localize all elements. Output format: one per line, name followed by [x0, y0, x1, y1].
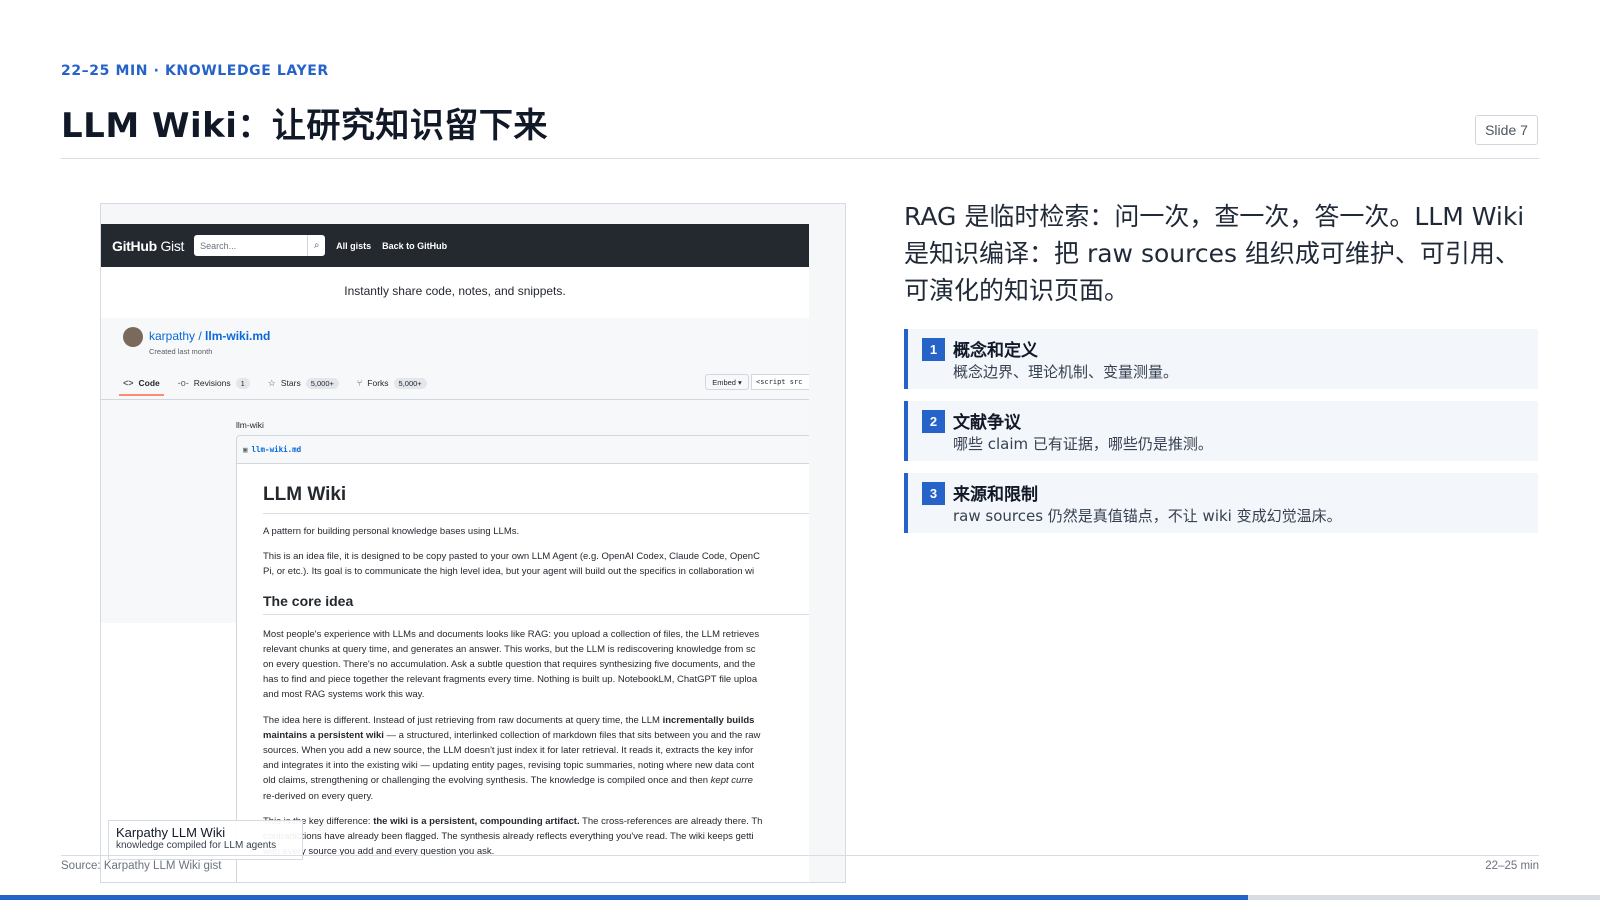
logo-light-text: Gist: [156, 237, 185, 254]
md-line: has to find and piece together the relev…: [263, 674, 758, 686]
point-title: 来源和限制: [953, 485, 1038, 505]
tab-forks[interactable]: ⑂ Forks 5,000+: [356, 377, 427, 389]
md-paragraph: This is an idea file, it is designed to …: [263, 549, 809, 579]
gist-name[interactable]: llm-wiki.md: [205, 329, 270, 343]
point-card: 3 来源和限制 raw sources 仍然是真值锚点，不让 wiki 变成幻觉…: [904, 473, 1538, 533]
point-body: 哪些 claim 已有证据，哪些仍是推测。: [953, 435, 1213, 453]
nav-all-gists[interactable]: All gists: [336, 241, 371, 251]
md-heading-2: The core idea: [263, 592, 809, 615]
github-gist-logo[interactable]: GitHub Gist: [112, 238, 184, 254]
search-icon[interactable]: ⌕: [307, 235, 325, 256]
github-topbar: GitHub Gist Search... ⌕ All gists Back t…: [101, 224, 809, 267]
md-line: on every question. There's no accumulati…: [263, 659, 756, 671]
header-divider: [61, 158, 1539, 159]
point-card: 2 文献争议 哪些 claim 已有证据，哪些仍是推测。: [904, 401, 1538, 461]
caption-title: Karpathy LLM Wiki: [116, 825, 226, 840]
md-italic: kept curre: [710, 775, 753, 787]
gist-file: ▣ llm-wiki.md LLM Wiki A pattern for bui…: [236, 435, 809, 882]
section-eyebrow: 22–25 MIN · KNOWLEDGE LAYER: [61, 63, 329, 79]
embed-dropdown[interactable]: Embed ▾: [705, 374, 749, 390]
md-line: The cross-references are already there. …: [579, 815, 763, 827]
point-number: 2: [922, 410, 945, 433]
gist-title-separator: /: [195, 329, 206, 343]
point-title: 概念和定义: [953, 341, 1038, 361]
tabs-divider: [101, 399, 809, 400]
slide-progress-fill: [0, 895, 1248, 900]
gist-title-link[interactable]: karpathy / llm-wiki.md: [149, 329, 270, 343]
md-paragraph: Most people's experience with LLMs and d…: [263, 627, 809, 703]
slide-progress-bar: [0, 895, 1600, 900]
embed-script-field[interactable]: <script src: [751, 374, 809, 390]
footer-divider: [61, 855, 1539, 856]
lead-paragraph: RAG 是临时检索：问一次，查一次，答一次。LLM Wiki 是知识编译：把 r…: [904, 202, 1525, 305]
md-line: Pi, or etc.). Its goal is to communicate…: [263, 566, 755, 578]
markdown-body: LLM Wiki A pattern for building personal…: [263, 483, 809, 869]
point-body: 概念边界、理论机制、变量测量。: [953, 363, 1179, 381]
file-name-link[interactable]: llm-wiki.md: [252, 445, 302, 454]
point-body: raw sources 仍然是真值锚点，不让 wiki 变成幻觉温床。: [953, 507, 1342, 525]
gist-search-input[interactable]: Search... ⌕: [194, 235, 326, 256]
slide-number-badge: Slide 7: [1475, 115, 1538, 145]
tab-forks-label: Forks: [367, 378, 389, 388]
md-paragraph: This is the key difference: the wiki is …: [263, 814, 809, 860]
code-icon: <>: [123, 378, 134, 388]
screenshot-caption: Karpathy LLM Wiki knowledge compiled for…: [108, 820, 303, 860]
point-number: 3: [922, 482, 945, 505]
md-bold: incrementally builds: [662, 714, 755, 726]
file-header: ▣ llm-wiki.md: [237, 436, 809, 464]
gist-tabs: <> Code -o- Revisions 1 ☆ Stars 5,000+ ⑂…: [119, 372, 445, 396]
point-number: 1: [922, 338, 945, 361]
md-line: sources. When you add a new source, the …: [263, 745, 754, 757]
caption-subtitle: knowledge compiled for LLM agents: [116, 840, 277, 851]
logo-bold-text: GitHub: [112, 237, 157, 254]
point-title: 文献争议: [953, 413, 1021, 433]
tab-stars[interactable]: ☆ Stars 5,000+: [267, 377, 339, 389]
forks-counter: 5,000+: [393, 377, 427, 389]
md-line: re-derived on every query.: [263, 790, 374, 802]
stars-counter: 5,000+: [305, 377, 339, 389]
revisions-counter: 1: [235, 377, 250, 389]
gist-page: GitHub Gist Search... ⌕ All gists Back t…: [101, 224, 809, 882]
star-icon: ☆: [267, 377, 276, 388]
md-line: This is an idea file, it is designed to …: [263, 551, 760, 563]
nav-back-to-github[interactable]: Back to GitHub: [382, 241, 447, 251]
file-code-icon: ▣: [243, 445, 248, 454]
md-line: and most RAG systems work this way.: [263, 689, 425, 701]
point-card: 1 概念和定义 概念边界、理论机制、变量测量。: [904, 329, 1538, 389]
md-line: Most people's experience with LLMs and d…: [263, 628, 760, 640]
source-credit: Source: Karpathy LLM Wiki gist: [61, 860, 222, 872]
md-heading-1: LLM Wiki: [263, 483, 809, 514]
tab-revisions[interactable]: -o- Revisions 1: [177, 377, 250, 389]
md-paragraph: The idea here is different. Instead of j…: [263, 713, 809, 804]
gist-created-date: Created last month: [149, 347, 213, 356]
search-placeholder: Search...: [200, 240, 237, 251]
revisions-icon: -o-: [177, 378, 189, 388]
tab-revisions-label: Revisions: [193, 378, 231, 388]
tab-code-label: Code: [138, 378, 160, 388]
md-bold: maintains a persistent wiki: [263, 729, 384, 741]
avatar[interactable]: [123, 327, 143, 347]
fork-icon: ⑂: [356, 378, 363, 388]
gist-tagline: Instantly share code, notes, and snippet…: [344, 284, 566, 298]
md-bold: the wiki is a persistent, compounding ar…: [373, 815, 580, 827]
md-paragraph: A pattern for building personal knowledg…: [263, 526, 520, 537]
gist-owner[interactable]: karpathy: [149, 329, 195, 343]
tab-code[interactable]: <> Code: [119, 378, 164, 396]
gist-description: llm-wiki: [236, 420, 264, 430]
md-line: relevant chunks at query time, and gener…: [263, 643, 756, 655]
gist-screenshot: GitHub Gist Search... ⌕ All gists Back t…: [100, 203, 846, 883]
md-line: and integrates it into the existing wiki…: [263, 760, 755, 772]
tab-stars-label: Stars: [280, 378, 301, 388]
md-line: The idea here is different. Instead of j…: [263, 714, 663, 726]
md-line: — a structured, interlinked collection o…: [383, 729, 761, 741]
timing-label: 22–25 min: [1485, 860, 1539, 872]
page-title: LLM Wiki：让研究知识留下来: [61, 106, 548, 146]
md-line: contradictions have already been flagged…: [263, 831, 754, 843]
md-line: old claims, strengthening or challenging…: [263, 775, 711, 787]
